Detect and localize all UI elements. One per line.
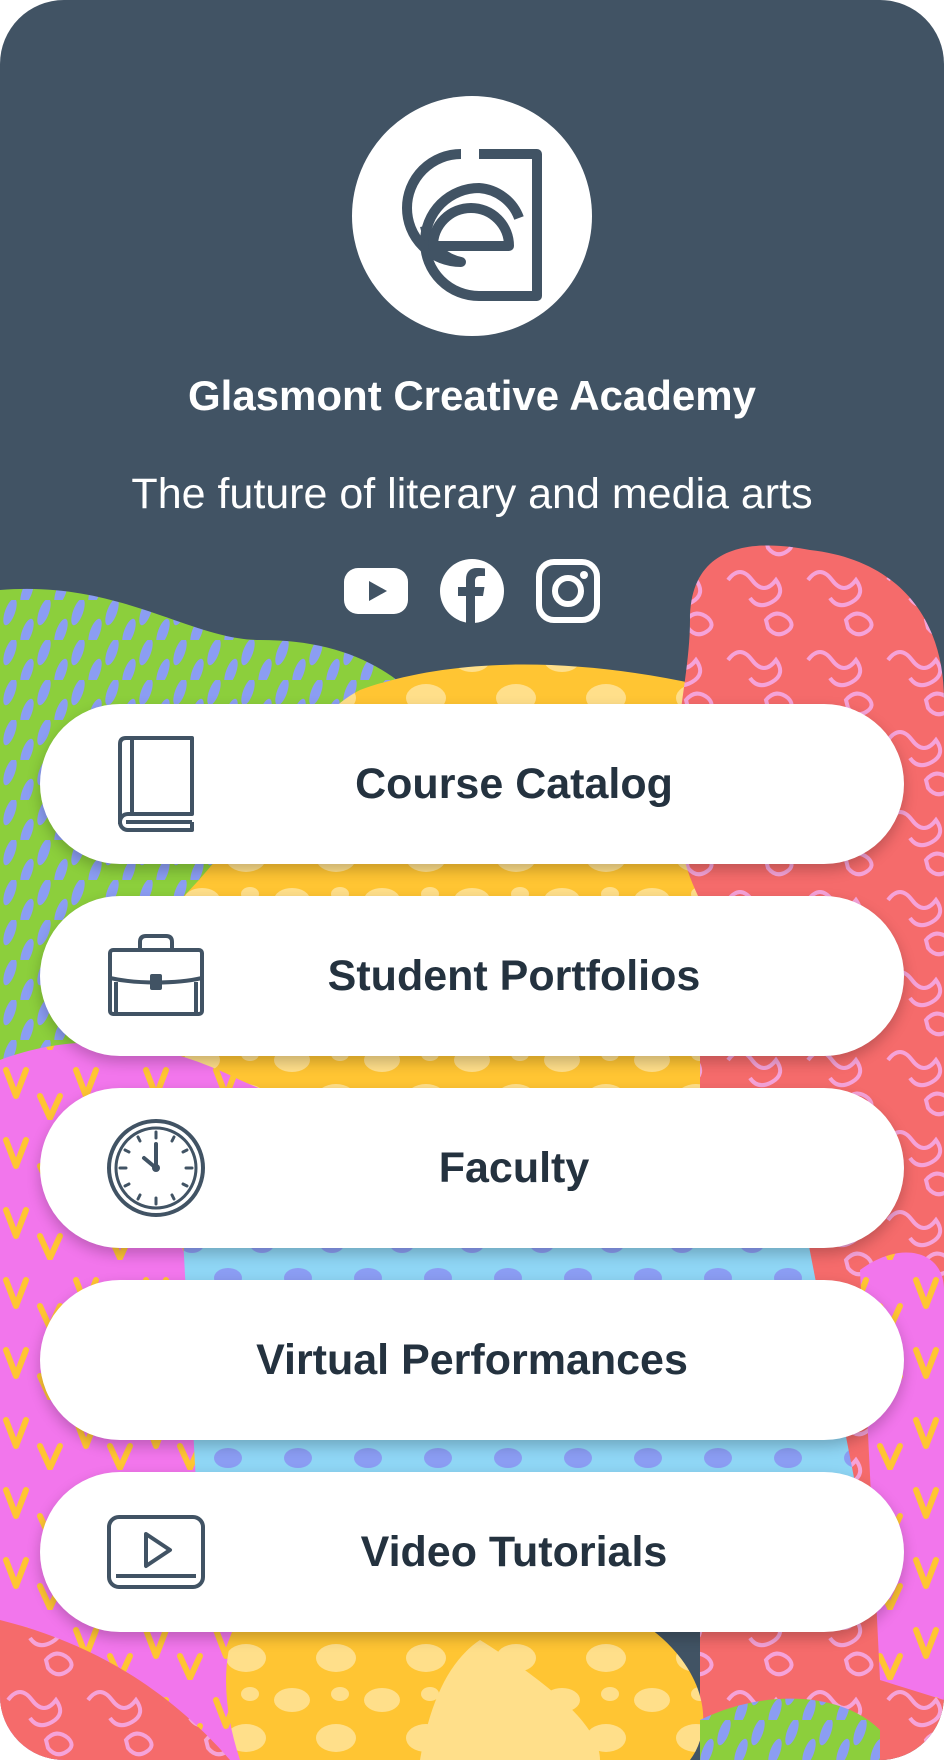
course-catalog-label: Course Catalog [355, 759, 673, 808]
virtual-performances-label: Virtual Performances [256, 1335, 688, 1384]
faculty-button[interactable]: Faculty [40, 1088, 904, 1248]
link-page-card: Glasmont Creative Academy The future of … [0, 0, 944, 1760]
student-portfolios-button[interactable]: Student Portfolios [40, 896, 904, 1056]
video-tutorials-button[interactable]: Video Tutorials [40, 1472, 904, 1632]
social-links [0, 558, 944, 624]
virtual-performances-button[interactable]: Virtual Performances [40, 1280, 904, 1440]
faculty-label: Faculty [438, 1143, 590, 1192]
page-tagline: The future of literary and media arts [131, 470, 813, 518]
student-portfolios-label: Student Portfolios [327, 951, 701, 1000]
course-catalog-button[interactable]: Course Catalog [40, 704, 904, 864]
instagram-icon[interactable] [535, 558, 601, 624]
video-tutorials-label: Video Tutorials [360, 1527, 668, 1576]
facebook-icon[interactable] [439, 558, 505, 624]
academy-logo-icon [352, 96, 592, 336]
youtube-icon[interactable] [343, 558, 409, 624]
page-title: Glasmont Creative Academy [187, 372, 756, 419]
